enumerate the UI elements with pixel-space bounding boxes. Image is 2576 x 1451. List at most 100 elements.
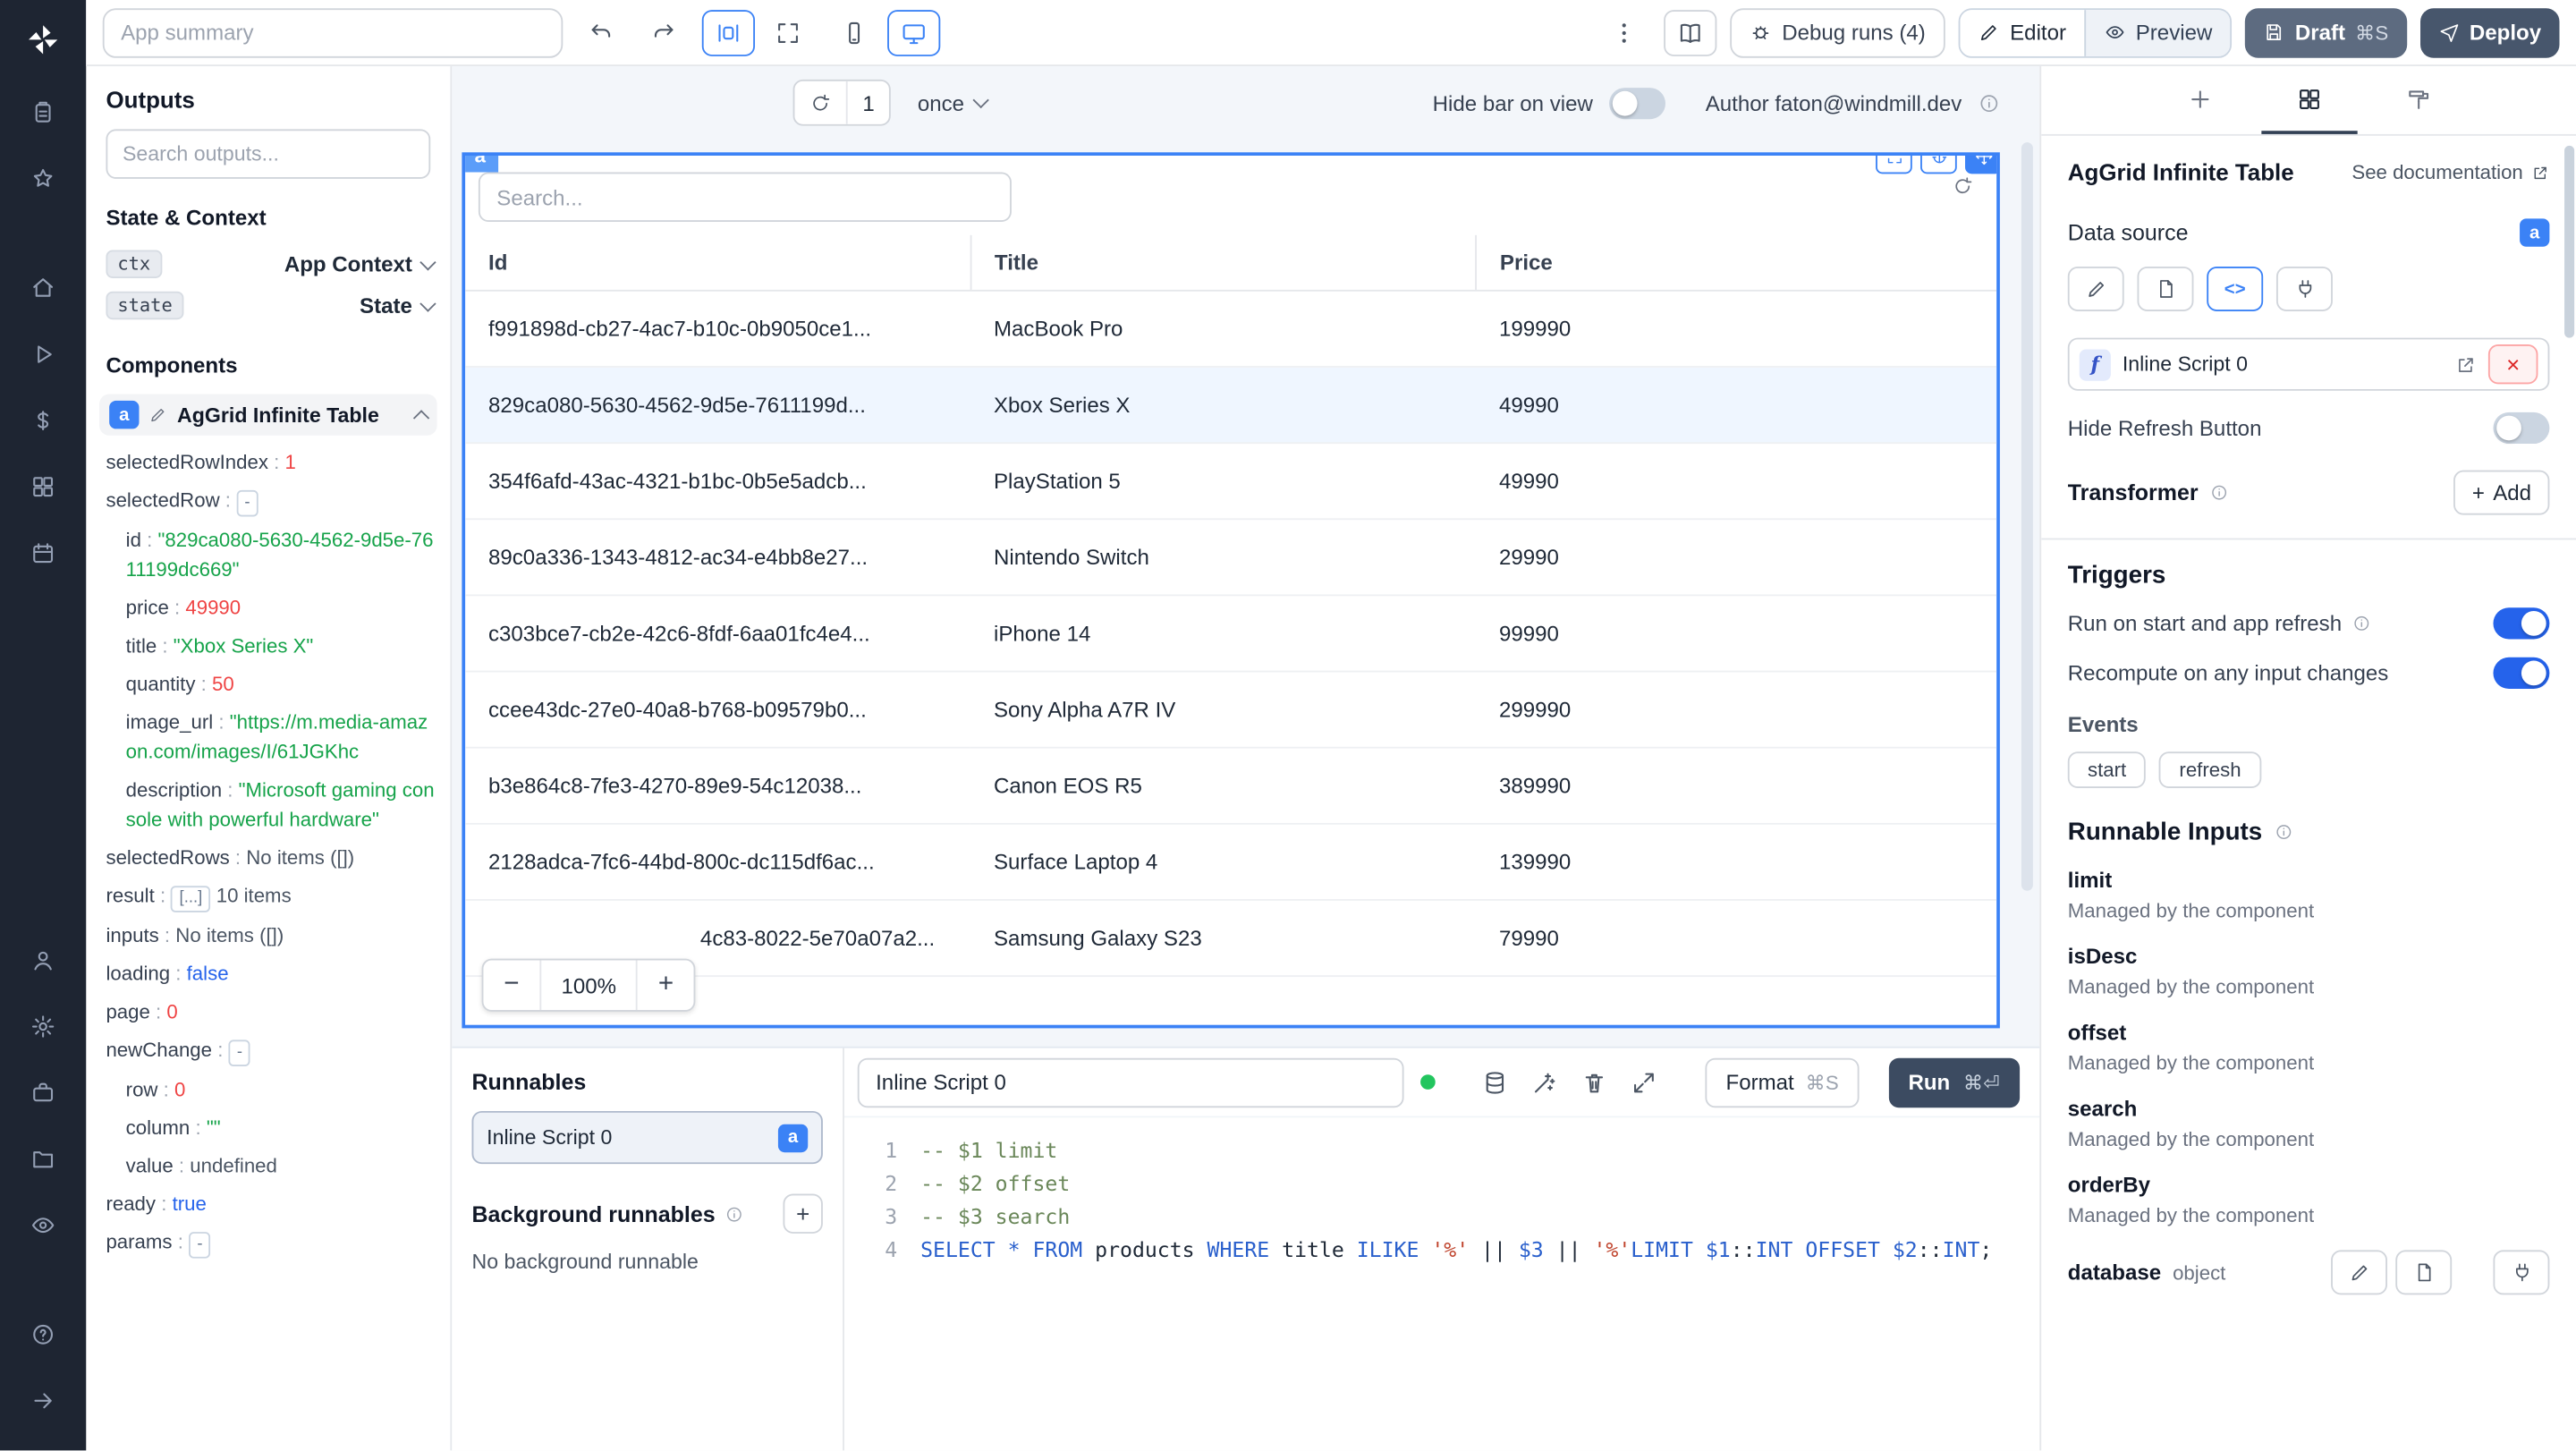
output-item-page[interactable]: page : 0 (86, 992, 450, 1031)
add-background-runnable-button[interactable]: + (783, 1193, 823, 1234)
trash-icon[interactable] (1581, 1069, 1608, 1096)
outputs-search-input[interactable] (106, 129, 431, 179)
output-collapse-badge[interactable]: - (228, 1039, 251, 1066)
add-transformer-button[interactable]: + Add (2453, 470, 2550, 515)
grid-outline-toggle-button[interactable] (701, 9, 756, 56)
run-play-icon[interactable] (13, 327, 73, 383)
collapse-arrow-icon[interactable] (13, 1372, 73, 1429)
output-item-selectedRow[interactable]: selectedRow : - (86, 480, 450, 520)
state-row[interactable]: state State (86, 284, 450, 326)
trigger-toggle[interactable] (2493, 607, 2550, 640)
anchor-icon[interactable] (1920, 155, 1957, 174)
code-editor[interactable]: 1 -- $1 limit 2 -- $2 offset 3 -- $3 search 4 S… (844, 1117, 2039, 1450)
draft-button[interactable]: Draft ⌘S (2245, 7, 2407, 57)
undo-button[interactable] (576, 9, 629, 55)
table-row[interactable]: b3e864c8-7fe3-4270-89e9-54c12038... Canon… (465, 747, 1997, 825)
chevron-down-icon[interactable] (419, 294, 436, 311)
open-script-icon[interactable] (2455, 353, 2477, 375)
table-row[interactable]: ccee43dc-27e0-40a8-b768-b09579b0... Sony … (465, 671, 1997, 749)
clipboard-list-icon[interactable] (13, 84, 73, 140)
windmill-logo[interactable] (0, 0, 86, 80)
component-settings-tab[interactable] (2260, 66, 2357, 134)
column-header-title[interactable]: Title (970, 234, 1477, 292)
inline-script-row[interactable]: f Inline Script 0 × (2067, 337, 2550, 391)
zoom-in-button[interactable]: + (638, 961, 694, 1011)
output-item-newChange[interactable]: newChange : - (86, 1030, 450, 1069)
template-mode-button[interactable] (2137, 266, 2194, 311)
output-item-ready[interactable]: ready : true (86, 1184, 450, 1222)
deploy-button[interactable]: Deploy (2419, 7, 2560, 57)
table-refresh-icon[interactable] (1952, 175, 1973, 197)
editor-tab-button[interactable]: Editor (1960, 9, 2085, 56)
folders-icon[interactable] (13, 1131, 73, 1187)
event-chip-refresh[interactable]: refresh (2159, 751, 2261, 789)
zoom-out-button[interactable]: − (483, 961, 539, 1011)
edit-database-button[interactable] (2331, 1250, 2387, 1295)
mobile-view-button[interactable] (827, 9, 880, 55)
frequency-dropdown[interactable]: once (908, 90, 997, 115)
output-item-quantity[interactable]: quantity : 50 (86, 664, 450, 702)
docs-book-button[interactable] (1664, 9, 1718, 56)
connect-plug-button[interactable] (2275, 266, 2333, 311)
output-item-image_url[interactable]: image_url : "https://m.media-amazon.com/… (86, 702, 450, 770)
output-item-title[interactable]: title : "Xbox Series X" (86, 626, 450, 665)
output-collapse-badge[interactable]: - (189, 1231, 211, 1258)
output-item-selectedRows[interactable]: selectedRows : No items ([]) (86, 838, 450, 877)
desktop-view-button[interactable] (887, 9, 941, 56)
output-item-result[interactable]: result : [...] 10 items (86, 876, 450, 915)
help-circle-icon[interactable] (13, 1306, 73, 1362)
remove-script-button[interactable]: × (2487, 344, 2538, 385)
info-icon[interactable] (2274, 823, 2292, 841)
output-item-value[interactable]: value : undefined (86, 1146, 450, 1184)
refresh-control[interactable]: 1 (792, 79, 892, 126)
table-row[interactable]: 829ca080-5630-4562-9d5e-7611199d... Xbox … (465, 366, 1997, 445)
insert-component-tab[interactable] (2151, 66, 2247, 134)
edit-pencil-icon[interactable] (149, 405, 167, 423)
trigger-toggle[interactable] (2493, 657, 2550, 689)
output-item-description[interactable]: description : "Microsoft gaming console … (86, 770, 450, 838)
right-panel-scrollbar[interactable] (2564, 145, 2575, 338)
output-item-inputs[interactable]: inputs : No items ([]) (86, 916, 450, 955)
info-icon[interactable] (2210, 483, 2228, 501)
table-row[interactable]: f991898d-cb27-4ac7-b10c-0b9050ce1... MacB… (465, 290, 1997, 368)
format-button[interactable]: Format ⌘S (1706, 1056, 1859, 1107)
audit-eye-icon[interactable] (13, 1197, 73, 1253)
hide-refresh-toggle[interactable] (2493, 412, 2550, 445)
output-collapse-badge[interactable]: - (236, 488, 258, 516)
chevron-down-icon[interactable] (419, 253, 436, 270)
script-name-input[interactable] (857, 1056, 1404, 1107)
billing-dollar-icon[interactable] (13, 393, 73, 449)
app-summary-input[interactable] (102, 7, 564, 57)
output-item-row[interactable]: row : 0 (86, 1070, 450, 1108)
preview-tab-button[interactable]: Preview (2084, 9, 2231, 56)
static-edit-mode-button[interactable] (2067, 266, 2124, 311)
database-connect-plug-button[interactable] (2493, 1250, 2550, 1295)
output-item-id[interactable]: id : "829ca080-5630-4562-9d5e-7611199dc6… (86, 520, 450, 588)
ai-wand-icon[interactable] (1531, 1069, 1558, 1096)
output-collection-badge[interactable]: [...] (171, 885, 211, 912)
see-documentation-link[interactable]: See documentation (2351, 161, 2549, 183)
info-icon[interactable] (725, 1205, 743, 1223)
table-row[interactable]: 354f6afd-43ac-4321-b1bc-0b5e5adcb... Play… (465, 443, 1997, 521)
database-icon[interactable] (1482, 1069, 1509, 1096)
styling-tab[interactable] (2370, 66, 2466, 134)
runnable-item[interactable]: Inline Script 0 a (471, 1110, 823, 1165)
table-search-input[interactable] (478, 172, 1012, 223)
redo-button[interactable] (636, 9, 689, 55)
info-icon[interactable] (2351, 615, 2369, 632)
output-item-price[interactable]: price : 49990 (86, 588, 450, 626)
chevron-up-icon[interactable] (412, 409, 430, 426)
info-icon[interactable] (1979, 92, 2000, 114)
expand-editor-icon[interactable] (1631, 1069, 1657, 1096)
output-item-selectedRowIndex[interactable]: selectedRowIndex : 1 (86, 442, 450, 480)
hide-bar-toggle[interactable] (1609, 87, 1666, 119)
user-icon[interactable] (13, 932, 73, 989)
table-row[interactable]: c303bce7-cb2e-42c6-8fdf-6aa01fc4e4... iPh… (465, 595, 1997, 673)
canvas-scrollbar[interactable] (2021, 142, 2033, 891)
column-header-price[interactable]: Price (1475, 234, 1997, 292)
workers-briefcase-icon[interactable] (13, 1065, 73, 1121)
star-icon[interactable] (13, 150, 73, 207)
apps-grid-icon[interactable] (13, 459, 73, 515)
debug-runs-button[interactable]: Debug runs (4) (1730, 7, 1945, 57)
output-item-params[interactable]: params : - (86, 1222, 450, 1261)
